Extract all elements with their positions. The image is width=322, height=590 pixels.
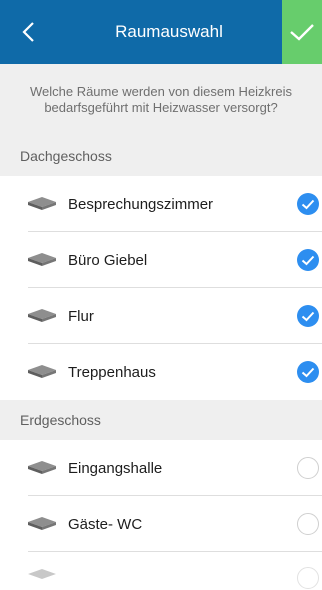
room-row-besprechungszimmer[interactable]: Besprechungszimmer — [0, 176, 322, 232]
room-floor-icon — [28, 253, 56, 266]
section-header-erdgeschoss: Erdgeschoss — [0, 400, 322, 440]
room-row-treppenhaus[interactable]: Treppenhaus — [0, 344, 322, 400]
room-label: Flur — [68, 307, 94, 325]
room-row-partial[interactable] — [0, 552, 322, 589]
check-circle-icon[interactable] — [296, 304, 320, 328]
back-button[interactable] — [0, 0, 56, 64]
room-floor-icon — [28, 197, 56, 210]
section-header-dachgeschoss: Dachgeschoss — [0, 136, 322, 176]
page-title: Raumauswahl — [115, 22, 223, 41]
room-label: Büro Giebel — [68, 251, 148, 269]
confirm-button[interactable] — [282, 0, 322, 64]
description-text: Welche Räume werden von diesem Heizkreis… — [29, 84, 293, 115]
room-floor-icon — [28, 569, 56, 579]
chevron-left-icon — [22, 22, 34, 42]
room-floor-icon — [28, 309, 56, 322]
room-label: Besprechungszimmer — [68, 195, 214, 213]
room-label: Eingangshalle — [68, 459, 163, 477]
room-floor-icon — [28, 365, 56, 378]
nav-header: Raumauswahl — [0, 0, 322, 64]
empty-circle-icon[interactable] — [296, 566, 320, 590]
description-panel: Welche Räume werden von diesem Heizkreis… — [0, 64, 322, 136]
room-row-buero-giebel[interactable]: Büro Giebel — [0, 232, 322, 288]
room-row-flur[interactable]: Flur — [0, 288, 322, 344]
check-circle-icon[interactable] — [296, 192, 320, 216]
room-floor-icon — [28, 517, 56, 530]
empty-circle-icon[interactable] — [296, 512, 320, 536]
room-row-eingangshalle[interactable]: Eingangshalle — [0, 440, 322, 496]
checkmark-icon — [290, 24, 314, 41]
check-circle-icon[interactable] — [296, 248, 320, 272]
check-circle-icon[interactable] — [296, 360, 320, 384]
room-label: Gäste- WC — [68, 515, 143, 533]
room-row-gaeste-wc[interactable]: Gäste- WC — [0, 496, 322, 552]
room-label: Treppenhaus — [68, 363, 156, 381]
empty-circle-icon[interactable] — [296, 456, 320, 480]
room-floor-icon — [28, 461, 56, 474]
